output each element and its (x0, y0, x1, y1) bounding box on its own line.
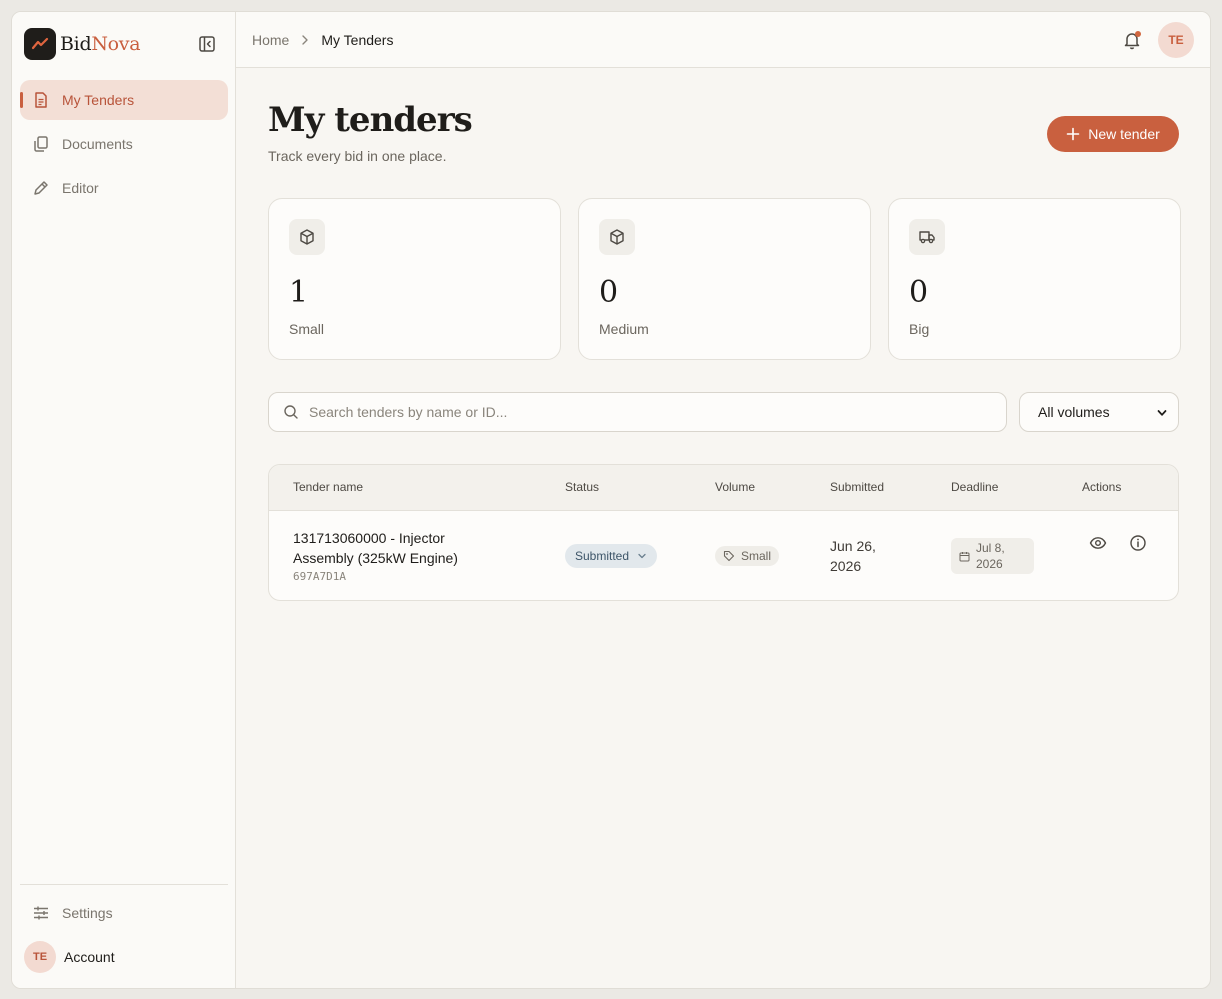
sidebar-item-account[interactable]: TE Account (20, 937, 228, 977)
info-icon[interactable] (1129, 534, 1147, 552)
calendar-icon (959, 551, 970, 562)
sidebar-item-editor[interactable]: Editor (20, 168, 228, 208)
stat-card-medium: 0 Medium (578, 198, 871, 360)
notification-dot (1135, 31, 1141, 37)
submitted-date: Jun 26, 2026 (830, 538, 876, 574)
deadline-badge: Jul 8, 2026 (951, 538, 1034, 574)
chevron-down-icon (637, 551, 647, 561)
sliders-icon (32, 904, 50, 922)
stat-value: 0 (909, 275, 929, 310)
tender-id: 697A7D1A (293, 570, 346, 583)
sidebar-item-label: Editor (62, 180, 99, 196)
sidebar-item-label: Account (64, 949, 115, 965)
sidebar-item-label: Settings (62, 905, 113, 921)
eye-icon[interactable] (1089, 534, 1107, 552)
column-header: Deadline (951, 480, 999, 494)
stat-label: Big (909, 321, 930, 337)
status-label: Submitted (575, 549, 630, 563)
collapse-sidebar-icon[interactable] (198, 35, 216, 53)
breadcrumb: Home My Tenders (252, 32, 393, 48)
box-icon (289, 219, 325, 255)
sidebar-item-label: Documents (62, 136, 133, 152)
column-header: Status (565, 480, 600, 494)
sidebar-item-my-tenders[interactable]: My Tenders (20, 80, 228, 120)
column-header: Submitted (830, 480, 885, 494)
stat-card-big: 0 Big (888, 198, 1181, 360)
search-input[interactable] (309, 404, 1006, 420)
status-dropdown[interactable]: Submitted (565, 544, 658, 568)
stats-cards: 1 Small 0 Medium 0 Big (268, 198, 1181, 360)
tenders-table: Tender name Status Volume Submitted Dead… (268, 464, 1179, 601)
column-header: Volume (715, 480, 756, 494)
table-row[interactable]: 131713060000 - Injector Assembly (325kW … (269, 511, 1178, 600)
tag-icon (723, 550, 735, 562)
sidebar-item-label: My Tenders (62, 92, 135, 108)
topbar: Home My Tenders TE (236, 12, 1210, 68)
search-box (268, 392, 1007, 432)
pencil-icon (32, 179, 50, 197)
breadcrumb-home[interactable]: Home (252, 32, 289, 48)
deadline-date: Jul 8, 2026 (976, 541, 1005, 571)
avatar[interactable]: TE (1158, 22, 1194, 58)
page-subtitle: Track every bid in one place. (268, 148, 447, 164)
stat-value: 0 (599, 275, 619, 310)
sidebar-item-documents[interactable]: Documents (20, 124, 228, 164)
volume-filter-value: All volumes (1038, 404, 1110, 420)
brand-name-part1: Bid (60, 33, 92, 55)
volume-label: Small (741, 549, 772, 563)
new-tender-label: New tender (1088, 126, 1160, 142)
chevron-right-icon (301, 34, 309, 46)
stat-label: Medium (599, 321, 649, 337)
column-header: Actions (1082, 480, 1122, 494)
tender-name[interactable]: 131713060000 - Injector Assembly (325kW … (293, 528, 493, 568)
volume-badge: Small (715, 546, 780, 566)
sidebar-nav: My Tenders Documents Editor (20, 80, 228, 212)
chevron-down-icon (1156, 407, 1168, 419)
bell-icon[interactable] (1122, 30, 1142, 50)
file-text-icon (32, 91, 50, 109)
column-header: Tender name (293, 480, 364, 494)
main-content: Home My Tenders TE My tenders Track ever… (236, 12, 1210, 988)
search-icon (283, 404, 299, 420)
stat-card-small: 1 Small (268, 198, 561, 360)
table-header: Tender name Status Volume Submitted Dead… (269, 465, 1178, 511)
stat-label: Small (289, 321, 325, 337)
sidebar-item-settings[interactable]: Settings (20, 893, 228, 933)
copy-icon (32, 135, 50, 153)
brand-logo-icon (24, 28, 56, 60)
brand[interactable]: BidNova (24, 28, 141, 60)
sidebar: BidNova My Tenders Documents Editor Sett… (12, 12, 236, 988)
volume-filter-select[interactable]: All volumes (1019, 392, 1179, 432)
breadcrumb-current: My Tenders (321, 31, 394, 48)
truck-icon (909, 219, 945, 255)
brand-name: BidNova (60, 33, 141, 55)
plus-icon (1066, 127, 1080, 141)
app-window: BidNova My Tenders Documents Editor Sett… (11, 11, 1211, 989)
page-title: My tenders (268, 100, 473, 140)
brand-name-part2: Nova (91, 33, 141, 55)
sidebar-footer: Settings TE Account (20, 884, 228, 981)
avatar: TE (24, 941, 56, 973)
stat-value: 1 (289, 275, 309, 310)
box-icon (599, 219, 635, 255)
new-tender-button[interactable]: New tender (1047, 116, 1179, 152)
